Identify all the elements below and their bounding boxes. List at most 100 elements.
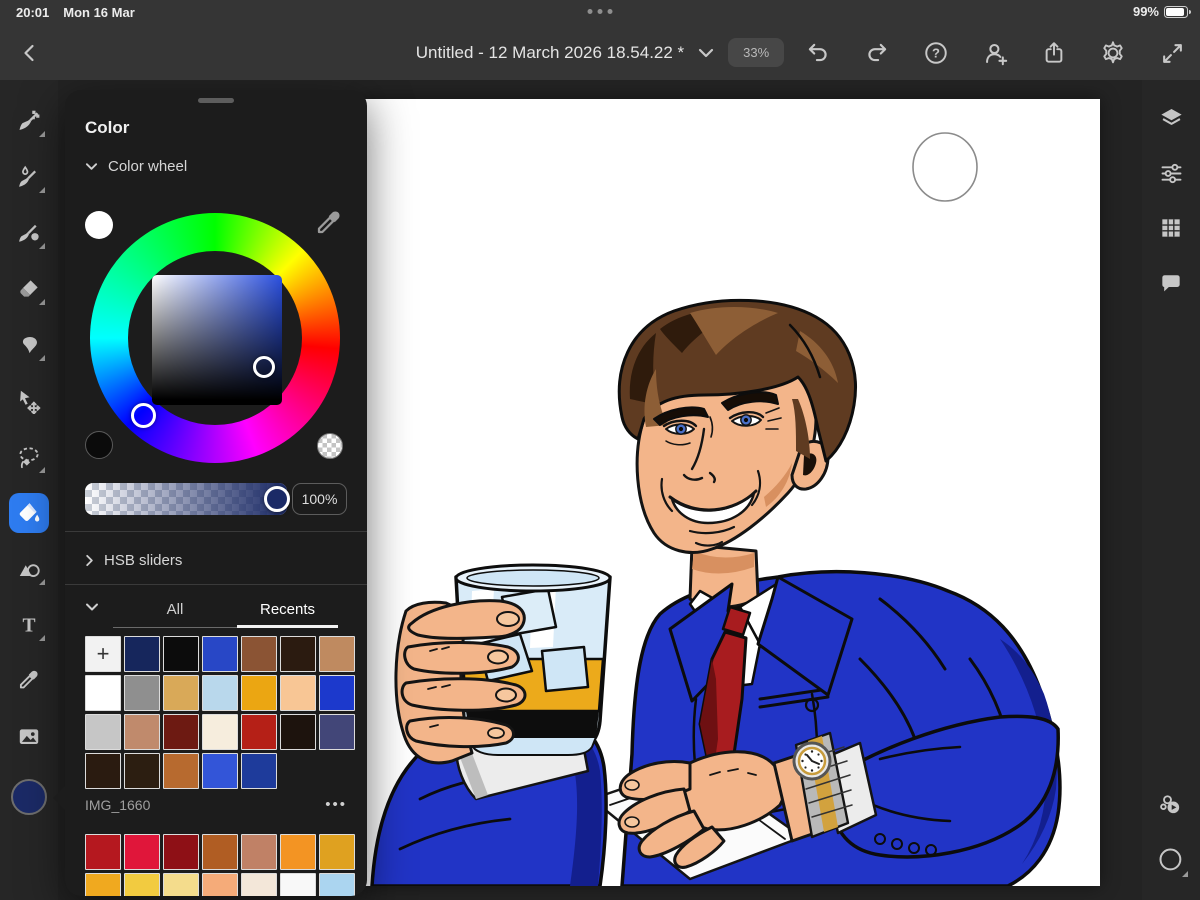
color-swatch[interactable] (280, 834, 316, 870)
color-swatch[interactable] (202, 714, 238, 750)
color-swatch[interactable] (163, 753, 199, 789)
zoom-level-button[interactable]: 33% (728, 38, 785, 67)
date: Mon 16 Mar (63, 5, 135, 20)
color-swatch[interactable] (163, 675, 199, 711)
svg-text:?: ? (932, 46, 940, 61)
transparent-swatch[interactable] (317, 433, 343, 459)
color-swatch[interactable] (241, 753, 277, 789)
comment-button[interactable] (1151, 263, 1191, 303)
color-swatch[interactable] (163, 873, 199, 896)
color-swatch[interactable] (319, 714, 355, 750)
pixel-brush-tool[interactable] (9, 101, 49, 141)
color-swatch[interactable] (163, 834, 199, 870)
battery-percent: 99% (1132, 4, 1159, 19)
text-tool[interactable]: T (9, 605, 49, 645)
settings-button[interactable] (1095, 35, 1131, 71)
drawing-canvas[interactable] (360, 99, 1100, 886)
color-swatch[interactable] (85, 675, 121, 711)
recent-swatches-grid: + (85, 636, 355, 789)
color-swatch[interactable] (85, 714, 121, 750)
saturation-brightness-square[interactable] (152, 275, 282, 405)
color-swatch[interactable] (202, 753, 238, 789)
color-swatch[interactable] (241, 714, 277, 750)
color-swatch[interactable] (124, 753, 160, 789)
color-swatch[interactable] (202, 636, 238, 672)
color-swatch[interactable] (319, 873, 355, 896)
color-swatch[interactable] (319, 675, 355, 711)
sb-selector[interactable] (253, 356, 275, 378)
brush-settings-button[interactable] (1151, 840, 1191, 880)
eyedropper-button[interactable] (313, 208, 345, 240)
panel-drag-handle[interactable] (198, 98, 234, 103)
help-button[interactable]: ? (918, 35, 954, 71)
place-image-tool[interactable] (9, 717, 49, 757)
color-swatch[interactable] (241, 834, 277, 870)
color-swatch[interactable] (241, 636, 277, 672)
swatches-section-toggle[interactable] (85, 602, 99, 612)
redo-button[interactable] (859, 35, 895, 71)
layers-button[interactable] (1151, 98, 1191, 138)
lasso-select-tool[interactable] (9, 437, 49, 477)
color-swatch[interactable] (202, 834, 238, 870)
color-swatch[interactable] (280, 675, 316, 711)
paint-bucket-icon (19, 503, 40, 522)
more-options-button[interactable]: ••• (325, 796, 347, 813)
color-swatch[interactable] (319, 636, 355, 672)
opacity-slider[interactable] (85, 483, 287, 515)
smudge-tool[interactable] (9, 325, 49, 365)
timelapse-button[interactable] (1151, 785, 1191, 825)
color-swatch[interactable] (124, 834, 160, 870)
color-swatch[interactable] (124, 675, 160, 711)
share-button[interactable] (1036, 35, 1072, 71)
eraser-tool[interactable] (9, 269, 49, 309)
adjustments-button[interactable] (1151, 153, 1191, 193)
color-swatch[interactable] (124, 873, 160, 896)
fullscreen-button[interactable] (1154, 35, 1190, 71)
color-swatch[interactable] (280, 714, 316, 750)
color-swatch[interactable] (319, 834, 355, 870)
white-swatch[interactable] (85, 211, 113, 239)
multitask-dots-icon[interactable] (587, 9, 613, 14)
hsb-section-toggle[interactable]: HSB sliders (85, 548, 182, 572)
hue-selector[interactable] (131, 403, 156, 428)
color-swatch[interactable] (85, 753, 121, 789)
vector-brush-tool[interactable] (9, 213, 49, 253)
undo-icon (808, 43, 827, 62)
opacity-value[interactable]: 100% (292, 483, 347, 515)
color-swatch[interactable] (202, 675, 238, 711)
expand-icon (1162, 43, 1182, 63)
gear-icon (1103, 41, 1123, 64)
tab-recents[interactable]: Recents (237, 590, 338, 628)
eyedropper-tool[interactable] (9, 661, 49, 701)
color-swatch[interactable] (163, 714, 199, 750)
palette-header: IMG_1660 ••• (85, 796, 347, 813)
color-swatch[interactable] (280, 873, 316, 896)
undo-button[interactable] (800, 35, 836, 71)
current-color-swatch[interactable] (11, 779, 47, 815)
color-swatch[interactable] (280, 636, 316, 672)
tab-all[interactable]: All (113, 590, 237, 628)
color-swatch[interactable] (124, 714, 160, 750)
color-swatch[interactable] (241, 873, 277, 896)
color-swatch[interactable] (85, 834, 121, 870)
color-swatch[interactable] (124, 636, 160, 672)
shapes-tool[interactable] (9, 549, 49, 589)
chevron-down-icon[interactable] (698, 48, 714, 58)
invite-collaborator-button[interactable] (977, 35, 1013, 71)
fill-tool-selected[interactable] (9, 493, 49, 533)
opacity-slider-handle[interactable] (264, 486, 290, 512)
move-tool[interactable] (9, 381, 49, 421)
color-swatch[interactable] (241, 675, 277, 711)
color-swatch[interactable] (163, 636, 199, 672)
add-swatch-button[interactable]: + (85, 636, 121, 672)
grid-button[interactable] (1151, 208, 1191, 248)
color-swatch[interactable] (85, 873, 121, 896)
circle-tool-icon (1159, 848, 1182, 871)
black-swatch[interactable] (85, 431, 113, 459)
color-swatch[interactable] (202, 873, 238, 896)
document-title[interactable]: Untitled - 12 March 2026 18.54.22 * (416, 43, 684, 63)
color-wheel-section-toggle[interactable]: Color wheel (85, 154, 187, 178)
sliders-icon (1161, 163, 1181, 183)
comment-icon (1162, 275, 1180, 292)
live-brush-tool[interactable] (9, 157, 49, 197)
